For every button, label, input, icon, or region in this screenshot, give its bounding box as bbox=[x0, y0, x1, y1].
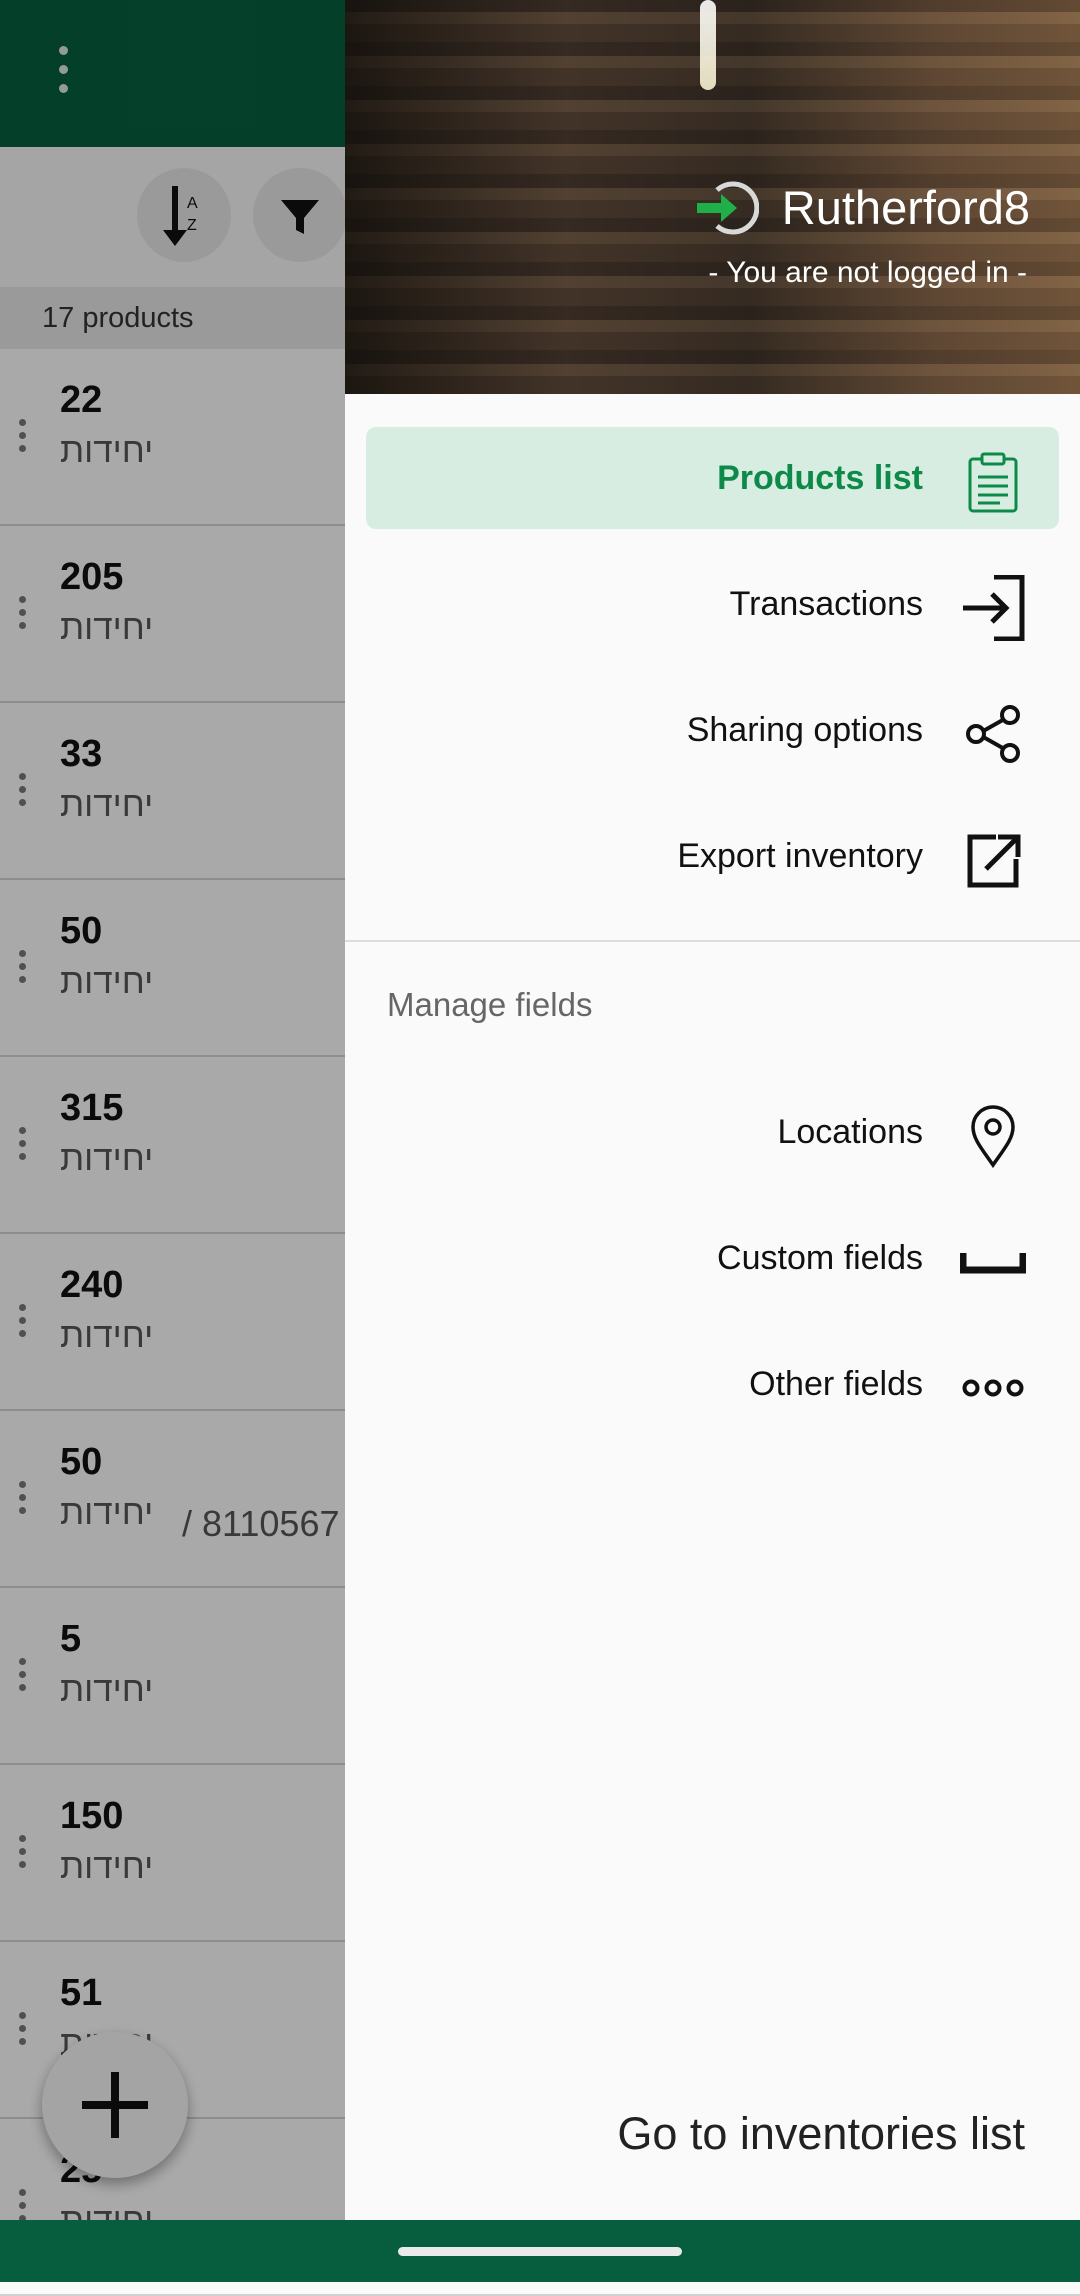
menu-item-label: Export inventory bbox=[677, 837, 923, 875]
menu-item-sharing-options[interactable]: Sharing options bbox=[366, 679, 1059, 781]
drawer-header: Rutherford8 - You are not logged in - bbox=[345, 0, 1080, 394]
menu-item-transactions[interactable]: Transactions bbox=[366, 553, 1059, 655]
menu-item-label: Transactions bbox=[729, 585, 923, 623]
menu-item-other-fields[interactable]: Other fields bbox=[366, 1333, 1059, 1435]
login-status: - You are not logged in - bbox=[708, 256, 1027, 289]
clipboard-icon bbox=[968, 452, 1018, 513]
system-navigation-bar bbox=[0, 2220, 1080, 2282]
map-pin-icon bbox=[971, 1105, 1015, 1169]
sign-in-icon bbox=[963, 575, 1025, 641]
menu-item-label: Locations bbox=[777, 1113, 923, 1151]
go-to-inventories-link[interactable]: Go to inventories list bbox=[617, 2108, 1025, 2160]
menu-item-locations[interactable]: Locations bbox=[366, 1081, 1059, 1183]
username: Rutherford8 bbox=[781, 181, 1030, 234]
menu-item-export-inventory[interactable]: Export inventory bbox=[366, 805, 1059, 907]
home-gesture-handle[interactable] bbox=[398, 2247, 682, 2256]
section-title-manage-fields: Manage fields bbox=[387, 986, 593, 1023]
menu-item-label: Sharing options bbox=[686, 711, 923, 749]
menu-item-label: Custom fields bbox=[717, 1239, 923, 1277]
bracket-icon bbox=[960, 1253, 1026, 1274]
navigation-drawer: Rutherford8 - You are not logged in - Pr… bbox=[345, 0, 1080, 2220]
menu-item-products-list[interactable]: Products list bbox=[366, 427, 1059, 529]
menu-divider bbox=[345, 940, 1080, 942]
menu-item-label: Other fields bbox=[749, 1365, 923, 1403]
external-link-icon bbox=[967, 834, 1021, 888]
menu-item-custom-fields[interactable]: Custom fields bbox=[366, 1207, 1059, 1309]
more-horizontal-icon bbox=[962, 1379, 1024, 1397]
menu-item-label: Products list bbox=[717, 459, 923, 497]
login-icon[interactable] bbox=[695, 178, 759, 238]
header-background-image bbox=[700, 0, 716, 90]
share-icon bbox=[966, 705, 1020, 763]
